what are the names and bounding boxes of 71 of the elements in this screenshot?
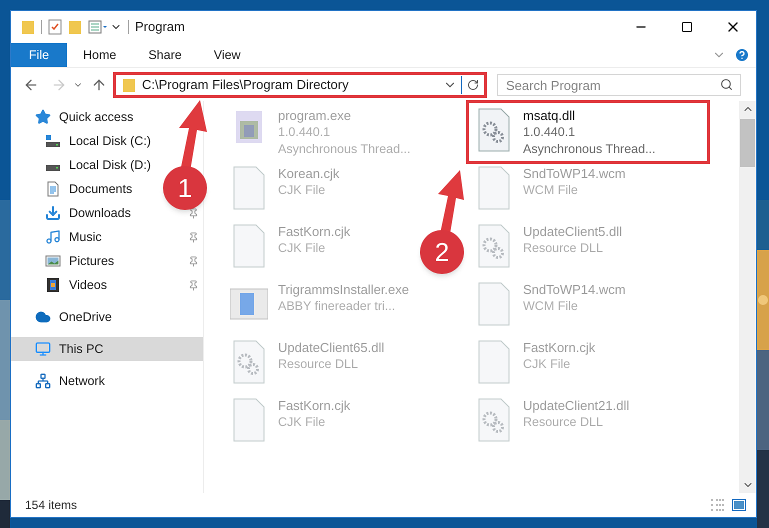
folder-icon	[122, 76, 136, 92]
file-detail: ABBY finereader tri...	[278, 298, 396, 315]
file-detail: WCM File	[523, 298, 579, 315]
drive-icon	[45, 165, 61, 171]
file-name: Korean.cjk	[278, 165, 340, 182]
file-detail: Resource DLL	[278, 356, 359, 373]
ribbon-tab[interactable]: Share	[132, 43, 198, 67]
file-name: UpdateClient65.dll	[278, 339, 384, 356]
file-detail: Resource DLL	[523, 240, 604, 257]
sidebar-item[interactable]: Videos	[11, 273, 161, 297]
sidebar-item[interactable]: Pictures	[11, 249, 161, 273]
file-name: TrigrammsInstaller.exe	[278, 281, 409, 298]
ribbon-tab[interactable]: Home	[67, 43, 132, 67]
address-bar[interactable]: C:\Program Files\Program Directory	[113, 72, 487, 98]
sidebar-item[interactable]: Documents	[11, 177, 161, 201]
sidebar-item[interactable]: Music	[11, 225, 161, 249]
file-name: msatq.dll	[523, 107, 576, 124]
music-note-icon	[45, 229, 61, 245]
window-title: Program	[135, 18, 185, 36]
ribbon-tab[interactable]: View	[198, 43, 257, 67]
file-detail: Resource DLL	[523, 414, 604, 431]
help-icon[interactable]	[734, 47, 750, 63]
view-icon	[88, 20, 108, 34]
file-name: FastKorn.cjk	[523, 339, 596, 356]
file-name: SndToWP14.wcm	[523, 281, 626, 298]
maximize-icon	[681, 21, 693, 33]
sidebar-item[interactable]: Local Disk (C:)	[11, 129, 161, 153]
file-detail: CJK File	[278, 182, 326, 199]
sidebar-item[interactable]: OneDrive	[11, 305, 203, 329]
sidebar-item[interactable]: Quick access	[11, 105, 161, 129]
search-field[interactable]: Search Program	[497, 74, 741, 96]
monitor-icon	[35, 341, 51, 357]
file-detail: WCM File	[523, 182, 579, 199]
sidebar-item[interactable]: Downloads	[11, 201, 161, 225]
drive-icon	[45, 133, 61, 149]
properties-icon	[48, 19, 62, 35]
file-detail: CJK File	[278, 240, 326, 257]
file-name: FastKorn.cjk	[278, 397, 350, 414]
sidebar-item[interactable]: Local Disk (D:)	[11, 153, 161, 177]
file-detail: CJK File	[523, 356, 572, 373]
new-folder-icon	[68, 19, 82, 35]
file-name: SndToWP14.wcm	[523, 165, 626, 182]
file-name: UpdateClient21.dll	[523, 397, 630, 414]
sidebar-item[interactable]: This PC	[11, 337, 203, 361]
star-icon	[35, 109, 51, 125]
file-menu-button[interactable]: File	[11, 43, 67, 67]
pictures-icon	[45, 253, 61, 269]
item-count: 154 items	[25, 497, 78, 514]
file-item[interactable]: msatq.dll 1.0.440.1 Asynchronous Thread...	[469, 103, 707, 161]
file-name: FastKorn.cjk	[278, 223, 350, 240]
address-path: C:\Program Files\Program Directory	[142, 76, 350, 94]
cloud-icon	[35, 309, 51, 325]
folder-icon	[21, 19, 35, 35]
file-name: UpdateClient5.dll	[523, 223, 622, 240]
file-detail: Asynchronous Thread...	[278, 141, 410, 158]
thumbnail-view-icon[interactable]	[732, 499, 746, 511]
file-name: program.exe	[278, 107, 352, 124]
search-icon	[720, 78, 733, 90]
details-view-icon[interactable]	[710, 499, 726, 511]
file-detail: 1.0.440.1	[523, 124, 576, 141]
film-icon	[45, 277, 61, 293]
network-icon	[35, 373, 51, 389]
document-icon	[45, 181, 61, 197]
sidebar-item[interactable]: Network	[11, 369, 203, 393]
scrollbar[interactable]	[739, 101, 756, 493]
refresh-icon[interactable]	[467, 78, 479, 90]
file-detail: CJK File	[278, 414, 326, 431]
file-detail: 1.0.440.1	[278, 124, 332, 141]
file-detail: Asynchronous Thread...	[523, 141, 656, 158]
download-icon	[45, 205, 61, 221]
scroll-thumb[interactable]	[740, 119, 755, 167]
